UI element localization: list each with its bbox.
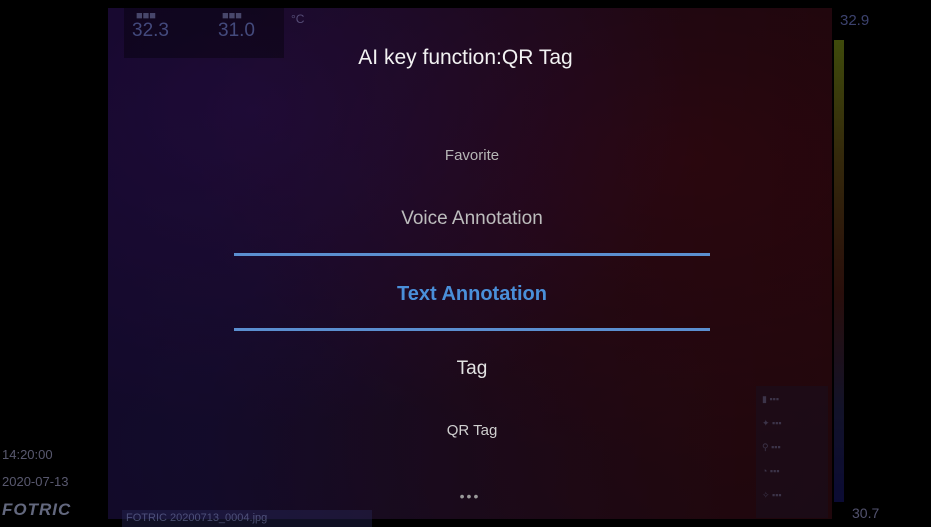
dialog-title: AI key function:QR Tag <box>358 46 573 69</box>
image-filename: FOTRIC 20200713_0004.jpg <box>122 510 372 527</box>
more-options-indicator[interactable]: ••• <box>450 488 490 504</box>
timestamp-time: 14:20:00 <box>2 447 53 462</box>
side-icon-2: ✦ ▪▪▪ <box>762 418 782 428</box>
option-text-annotation[interactable]: Text Annotation <box>234 283 710 306</box>
temp-unit: °C <box>291 12 305 26</box>
brand-logo: FOTRIC <box>2 500 72 519</box>
side-icon-1: ▮ ▪▪▪ <box>762 394 780 404</box>
side-icon-5: ✧ ▪▪▪ <box>762 490 782 500</box>
side-icon-4: ◔ ▪▪▪ <box>762 466 780 476</box>
selection-divider-top <box>234 253 710 256</box>
temp-value-1: 32.3 <box>132 20 169 41</box>
temp-value-2: 31.0 <box>218 20 255 41</box>
side-icon-3: ⚲ ▪▪▪ <box>762 442 781 452</box>
color-scale-bar <box>834 40 844 502</box>
selection-divider-bottom <box>234 328 710 331</box>
scale-max-value: 32.9 <box>840 12 870 29</box>
scale-min-value: 30.7 <box>852 505 880 521</box>
timestamp-date: 2020-07-13 <box>2 474 69 489</box>
option-voice-annotation[interactable]: Voice Annotation <box>234 208 710 230</box>
option-qr-tag[interactable]: QR Tag <box>234 422 710 439</box>
side-menu: ▮ ▪▪▪ ✦ ▪▪▪ ⚲ ▪▪▪ ◔ ▪▪▪ ✧ ▪▪▪ <box>756 386 828 518</box>
option-favorite[interactable]: Favorite <box>234 147 710 164</box>
dialog-backdrop <box>108 8 832 519</box>
option-tag[interactable]: Tag <box>234 358 710 380</box>
